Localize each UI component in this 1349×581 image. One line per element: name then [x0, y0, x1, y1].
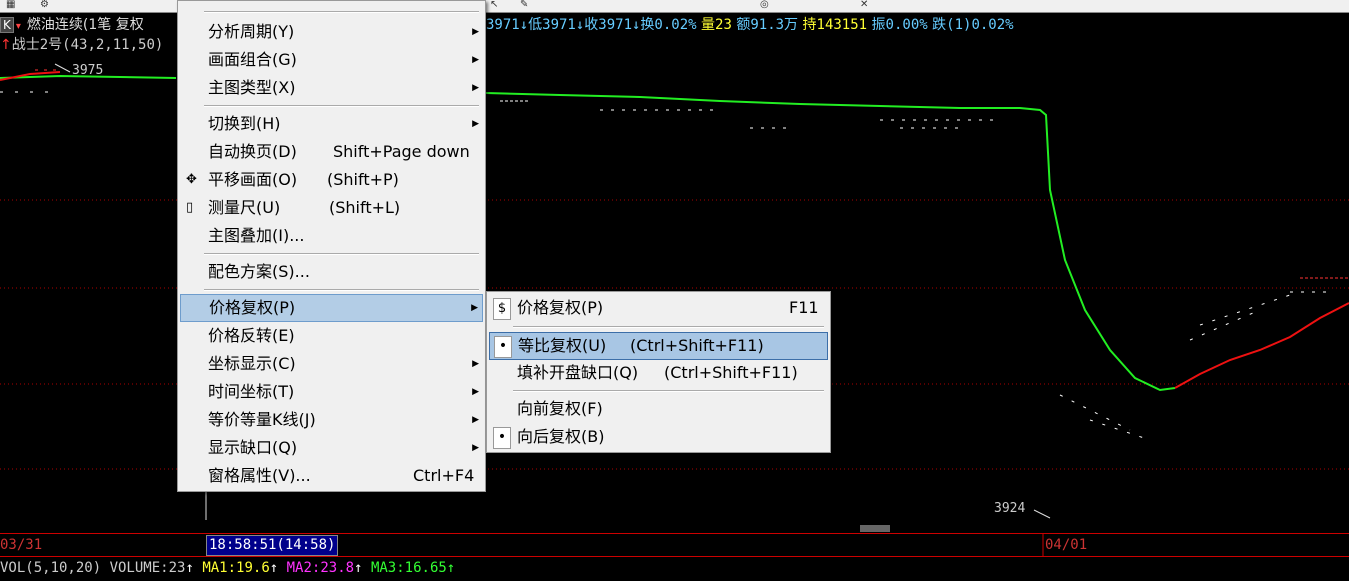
price-line-red — [1174, 302, 1349, 389]
change-text: 跌(1)0.02% — [932, 17, 1014, 33]
oi-text: 持143151 — [802, 17, 868, 33]
dollar-icon: $ — [493, 298, 511, 320]
menu-separator — [204, 11, 479, 13]
menu-separator — [204, 253, 479, 255]
submenu-item-proportional-adjust[interactable]: • 等比复权(U) (Ctrl+Shift+F11) — [489, 332, 828, 360]
indicator-bar: ↑战士2号(43,2,11,50) — [0, 35, 163, 55]
low-close: 3971↓低3971↓收3971↓换0.02% — [486, 17, 697, 33]
menu-separator — [204, 289, 479, 291]
volume-label: VOL(5,10,20) VOLUME:23 — [0, 560, 186, 576]
menu-item-color-scheme[interactable]: 配色方案(S)... — [180, 259, 483, 285]
cursor-icon[interactable]: ↖ — [490, 0, 498, 10]
high-price-label: 3975 — [72, 63, 104, 78]
date-label-right: 04/01 — [1045, 537, 1088, 553]
submenu-arrow-icon: ▶ — [472, 387, 479, 397]
dropdown-icon[interactable]: ▾ — [16, 17, 21, 37]
period-selector[interactable]: K — [0, 17, 14, 33]
close-icon[interactable]: ✕ — [860, 0, 868, 10]
price-adjust-submenu: $ 价格复权(P) F11 • 等比复权(U) (Ctrl+Shift+F11)… — [486, 291, 831, 453]
amount-text: 额91.3万 — [736, 17, 799, 33]
up-arrow-icon: ↑ — [0, 37, 12, 53]
volume-indicator-bar: VOL(5,10,20) VOLUME:23↑ MA1:19.6↑ MA2:23… — [0, 557, 455, 579]
menu-item-price-invert[interactable]: 价格反转(E) — [180, 323, 483, 349]
time-axis: 03/31 18:58:51(14:58) 04/01 — [0, 533, 1349, 557]
low-price-label: 3924 — [994, 501, 1026, 516]
submenu-arrow-icon: ▶ — [472, 415, 479, 425]
symbol-title: 燃油连续(1笔 复权 — [26, 17, 144, 33]
ma1-label: MA1:19.6 — [202, 560, 270, 576]
checked-bullet-icon: • — [493, 427, 511, 449]
submenu-item-price-adjust[interactable]: $ 价格复权(P) F11 — [489, 295, 828, 321]
ma2-label: MA2:23.8 — [286, 560, 355, 576]
quote-values: 3971↓低3971↓收3971↓换0.02% 量23 额91.3万 持1431… — [486, 15, 1014, 35]
menu-item-overlay[interactable]: 主图叠加(I)... — [180, 223, 483, 249]
menu-item-pane-properties[interactable]: 窗格属性(V)... Ctrl+F4 — [180, 463, 483, 489]
up-arrow-icon: ↑ — [446, 560, 456, 576]
indicator-name: 战士2号(43,2,11,50) — [11, 37, 164, 53]
quote-bar: K ▾ 燃油连续(1笔 复权 — [0, 15, 144, 35]
submenu-arrow-icon: ▶ — [472, 83, 479, 93]
menu-item-analysis-period[interactable]: 分析周期(Y) ▶ — [180, 19, 483, 45]
menu-separator — [513, 326, 824, 328]
menu-item-pan[interactable]: ✥ 平移画面(O) (Shift+P) — [180, 167, 483, 193]
submenu-arrow-icon: ▶ — [472, 359, 479, 369]
menu-item-auto-page[interactable]: 自动换页(D) Shift+Page down — [180, 139, 483, 165]
menu-item-layout-combo[interactable]: 画面组合(G) ▶ — [180, 47, 483, 73]
up-arrow-icon: ↑ — [269, 560, 279, 576]
submenu-item-forward-adjust[interactable]: 向前复权(F) — [489, 396, 828, 422]
scroll-thumb — [860, 525, 890, 532]
move-icon: ✥ — [186, 172, 197, 187]
menu-item-chart-type[interactable]: 主图类型(X) ▶ — [180, 75, 483, 101]
menu-item-axis-display[interactable]: 坐标显示(C) ▶ — [180, 351, 483, 377]
up-arrow-icon: ↑ — [354, 560, 363, 576]
volume-text: 量23 — [701, 17, 732, 33]
submenu-item-backward-adjust[interactable]: • 向后复权(B) — [489, 424, 828, 450]
menu-item-equivolume-k[interactable]: 等价等量K线(J) ▶ — [180, 407, 483, 433]
amplitude-text: 振0.00% — [871, 17, 928, 33]
ma3-label: MA3:16.65 — [370, 560, 447, 576]
submenu-item-fill-open-gap[interactable]: 填补开盘缺口(Q) (Ctrl+Shift+F11) — [489, 360, 828, 386]
context-menu: 分析周期(Y) ▶ 画面组合(G) ▶ 主图类型(X) ▶ 切换到(H) ▶ 自… — [177, 0, 486, 492]
submenu-arrow-icon: ▶ — [471, 303, 478, 313]
cursor-time-label: 18:58:51(14:58) — [206, 535, 339, 556]
zoom-icon[interactable]: ◎ — [760, 0, 769, 10]
submenu-arrow-icon: ▶ — [472, 27, 479, 37]
menu-separator — [204, 105, 479, 107]
checked-bullet-icon: • — [494, 336, 512, 358]
menu-item-switch-to[interactable]: 切换到(H) ▶ — [180, 111, 483, 137]
date-label-left: 03/31 — [0, 537, 43, 553]
menu-separator — [513, 390, 824, 392]
up-arrow-icon: ↑ — [185, 560, 194, 576]
menu-item-price-adjust[interactable]: 价格复权(P) ▶ — [180, 294, 483, 322]
submenu-arrow-icon: ▶ — [472, 443, 479, 453]
ruler-icon: ▯ — [186, 200, 194, 215]
pen-icon[interactable]: ✎ — [520, 0, 528, 10]
menu-item-ruler[interactable]: ▯ 测量尺(U) (Shift+L) — [180, 195, 483, 221]
tool-icon[interactable]: ⚙ — [40, 0, 49, 10]
menu-item-show-gaps[interactable]: 显示缺口(Q) ▶ — [180, 435, 483, 461]
menu-item-time-axis[interactable]: 时间坐标(T) ▶ — [180, 379, 483, 405]
submenu-arrow-icon: ▶ — [472, 119, 479, 129]
submenu-arrow-icon: ▶ — [472, 55, 479, 65]
grid-icon[interactable]: ▦ — [6, 0, 15, 10]
